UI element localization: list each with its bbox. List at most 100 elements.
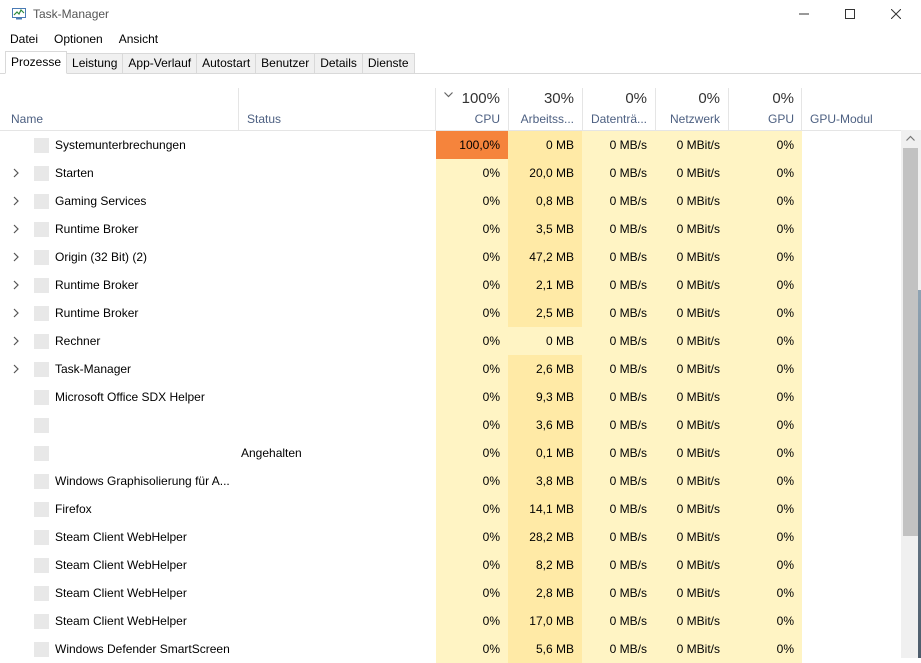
column-header-name[interactable]: Name <box>3 88 238 130</box>
process-cpu: 0% <box>436 579 508 607</box>
scroll-up-icon[interactable] <box>906 135 915 141</box>
process-gpu: 0% <box>728 607 802 635</box>
process-row[interactable]: Runtime Broker 0% 2,5 MB 0 MB/s 0 MBit/s 0% <box>0 299 901 327</box>
process-name: Origin (32 Bit) (2) <box>55 250 148 264</box>
process-cpu: 0% <box>436 551 508 579</box>
process-row[interactable]: Gaming Services 0% 0,8 MB 0 MB/s 0 MBit/s 0% <box>0 187 901 215</box>
tab-prozesse[interactable]: Prozesse <box>5 51 68 74</box>
process-network: 0 MBit/s <box>655 159 728 187</box>
column-status-label: Status <box>247 112 282 126</box>
process-cpu: 0% <box>436 635 508 663</box>
expand-placeholder <box>9 523 23 551</box>
expand-chevron-icon[interactable] <box>9 215 23 243</box>
expand-chevron-icon[interactable] <box>9 355 23 383</box>
column-gpu-engine-label: GPU-Modul <box>810 112 873 126</box>
process-row[interactable]: Runtime Broker 0% 3,5 MB 0 MB/s 0 MBit/s 0% <box>0 215 901 243</box>
process-row[interactable]: Angehalten 0% 0,1 MB 0 MB/s 0 MBit/s 0% <box>0 439 901 467</box>
process-row[interactable]: Windows Defender SmartScreen 0% 5,6 MB 0 MB… <box>0 635 901 663</box>
process-status <box>241 467 431 495</box>
process-gpu: 0% <box>728 215 802 243</box>
process-icon <box>34 558 49 573</box>
process-gpu: 0% <box>728 187 802 215</box>
process-row[interactable]: Windows Graphisolierung für A... 0% 3,8 MB… <box>0 467 901 495</box>
process-cpu: 0% <box>436 495 508 523</box>
expand-chevron-icon[interactable] <box>9 327 23 355</box>
expand-placeholder <box>9 131 23 159</box>
process-disk: 0 MB/s <box>582 439 655 467</box>
expand-chevron-icon[interactable] <box>9 187 23 215</box>
tab-details[interactable]: Details <box>315 53 363 74</box>
process-row[interactable]: Steam Client WebHelper 0% 2,8 MB 0 MB/s 0 MB… <box>0 579 901 607</box>
tab-leistung[interactable]: Leistung <box>67 53 124 74</box>
minimize-button[interactable] <box>781 0 827 28</box>
process-icon <box>34 362 49 377</box>
process-gpu: 0% <box>728 523 802 551</box>
process-name: Runtime Broker <box>55 278 139 292</box>
process-icon <box>34 222 49 237</box>
tab-benutzer[interactable]: Benutzer <box>256 53 316 74</box>
process-network: 0 MBit/s <box>655 131 728 159</box>
close-button[interactable] <box>873 0 919 28</box>
process-row[interactable]: Firefox 0% 14,1 MB 0 MB/s 0 MBit/s 0% <box>0 495 901 523</box>
process-network: 0 MBit/s <box>655 467 728 495</box>
menu-optionen[interactable]: Optionen <box>49 29 108 49</box>
process-icon <box>34 614 49 629</box>
title-bar[interactable]: Task-Manager <box>0 0 921 28</box>
process-row[interactable]: Microsoft Office SDX Helper 0% 9,3 MB 0 MB/… <box>0 383 901 411</box>
column-header-cpu[interactable]: 100% CPU <box>435 88 508 130</box>
process-network: 0 MBit/s <box>655 439 728 467</box>
process-status <box>241 299 431 327</box>
process-disk: 0 MB/s <box>582 551 655 579</box>
process-row[interactable]: Task-Manager 0% 2,6 MB 0 MB/s 0 MBit/s 0% <box>0 355 901 383</box>
process-row[interactable]: Starten 0% 20,0 MB 0 MB/s 0 MBit/s 0% <box>0 159 901 187</box>
column-header-status[interactable]: Status <box>238 88 436 130</box>
expand-placeholder <box>9 551 23 579</box>
process-icon <box>34 278 49 293</box>
process-row[interactable]: Steam Client WebHelper 0% 28,2 MB 0 MB/s 0 M… <box>0 523 901 551</box>
process-disk: 0 MB/s <box>582 523 655 551</box>
process-status <box>241 131 431 159</box>
expand-chevron-icon[interactable] <box>9 299 23 327</box>
tab-autostart[interactable]: Autostart <box>197 53 257 74</box>
column-memory-label: Arbeitss... <box>520 112 574 126</box>
process-row[interactable]: Rechner 0% 0 MB 0 MB/s 0 MBit/s 0% <box>0 327 901 355</box>
process-cpu: 0% <box>436 271 508 299</box>
tab-app-verlauf[interactable]: App-Verlauf <box>123 53 198 74</box>
process-disk: 0 MB/s <box>582 131 655 159</box>
process-disk: 0 MB/s <box>582 411 655 439</box>
process-row[interactable]: Steam Client WebHelper 0% 8,2 MB 0 MB/s 0 MB… <box>0 551 901 579</box>
process-network: 0 MBit/s <box>655 299 728 327</box>
process-row[interactable]: Systemunterbrechungen 100,0% 0 MB 0 MB/s 0 M… <box>0 131 901 159</box>
process-network: 0 MBit/s <box>655 579 728 607</box>
column-header-disk[interactable]: 0% Datenträ... <box>582 88 655 130</box>
column-header-gpu[interactable]: 0% GPU <box>728 88 802 130</box>
maximize-button[interactable] <box>827 0 873 28</box>
process-gpu-engine <box>802 383 901 411</box>
process-row[interactable]: Runtime Broker 0% 2,1 MB 0 MB/s 0 MBit/s 0% <box>0 271 901 299</box>
expand-chevron-icon[interactable] <box>9 243 23 271</box>
process-disk: 0 MB/s <box>582 243 655 271</box>
scrollbar-thumb[interactable] <box>903 148 918 536</box>
process-row[interactable]: Steam Client WebHelper 0% 17,0 MB 0 MB/s 0 M… <box>0 607 901 635</box>
process-icon <box>34 334 49 349</box>
column-header-gpu-engine[interactable]: GPU-Modul <box>801 88 902 130</box>
process-row[interactable]: Origin (32 Bit) (2) 0% 47,2 MB 0 MB/s 0 MBit… <box>0 243 901 271</box>
memory-total: 30% <box>543 90 574 107</box>
process-status <box>241 243 431 271</box>
process-row[interactable]: 0% 3,6 MB 0 MB/s 0 MBit/s 0% <box>0 411 901 439</box>
menu-datei[interactable]: Datei <box>5 29 43 49</box>
menu-ansicht[interactable]: Ansicht <box>114 29 163 49</box>
column-header-memory[interactable]: 30% Arbeitss... <box>508 88 582 130</box>
process-name <box>55 411 235 439</box>
tab-dienste[interactable]: Dienste <box>362 53 415 74</box>
column-header-network[interactable]: 0% Netzwerk <box>655 88 728 130</box>
process-network: 0 MBit/s <box>655 215 728 243</box>
column-disk-label: Datenträ... <box>590 112 647 126</box>
process-gpu-engine <box>802 215 901 243</box>
expand-chevron-icon[interactable] <box>9 271 23 299</box>
process-icon <box>34 138 49 153</box>
expand-chevron-icon[interactable] <box>9 159 23 187</box>
process-memory: 2,5 MB <box>508 299 582 327</box>
expand-placeholder <box>9 495 23 523</box>
process-gpu-engine <box>802 523 901 551</box>
